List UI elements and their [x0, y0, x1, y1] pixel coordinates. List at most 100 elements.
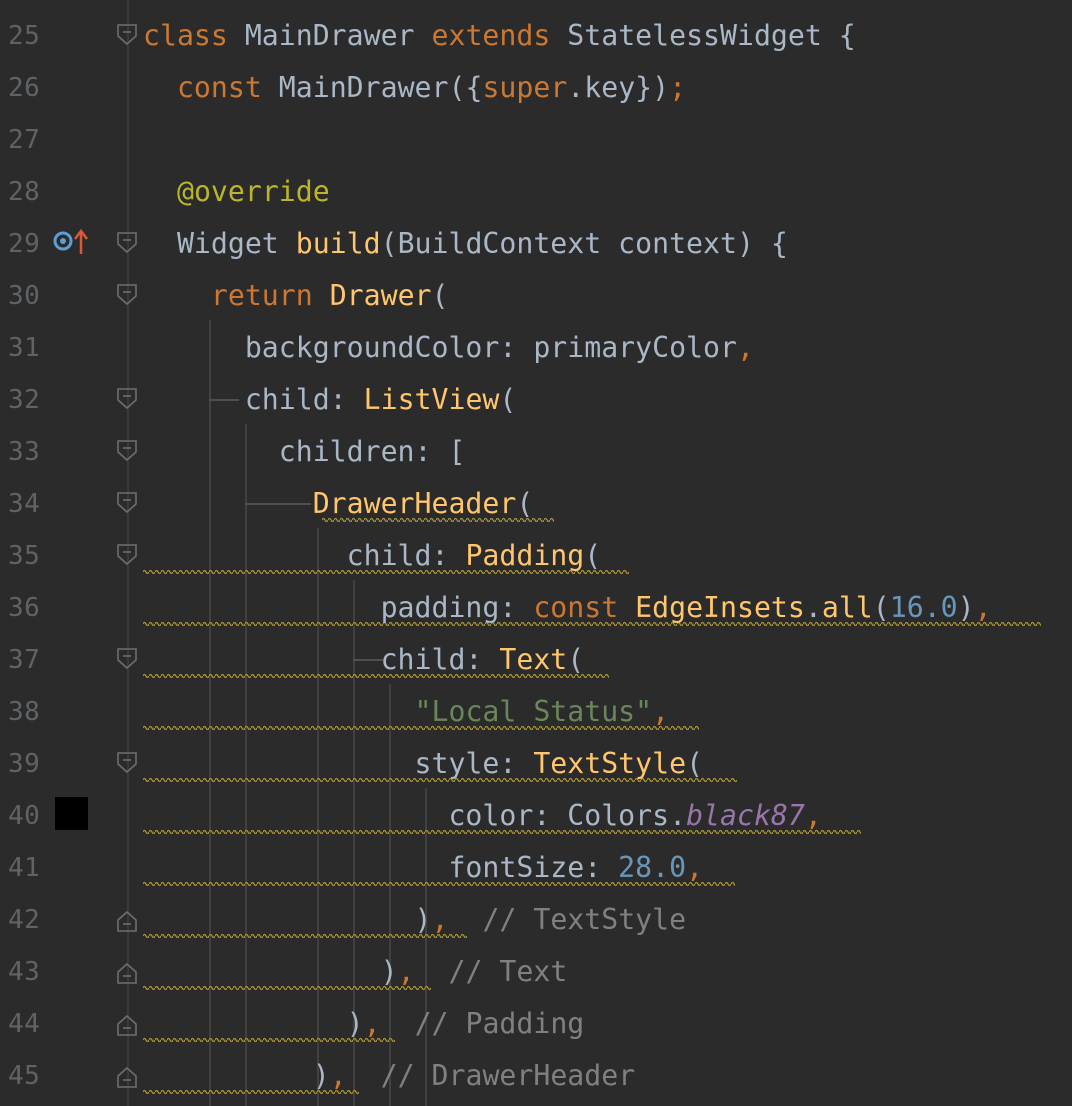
code-token: child: — [143, 383, 364, 416]
code-token: EdgeInsets — [635, 591, 805, 624]
fold-open-icon[interactable] — [117, 544, 137, 566]
code-token: class — [143, 19, 228, 52]
code-line[interactable]: 29 Widget build(BuildContext context) { — [0, 218, 1072, 270]
line-number: 40 — [8, 801, 41, 831]
fold-open-icon[interactable] — [117, 388, 137, 410]
code-text[interactable]: padding: const EdgeInsets.all(16.0), — [143, 582, 992, 634]
code-line[interactable]: 32 child: ListView( — [0, 374, 1072, 426]
code-text[interactable]: const MainDrawer({super.key}); — [143, 62, 686, 114]
line-number: 29 — [8, 229, 41, 259]
code-text[interactable]: ), // Padding — [143, 998, 585, 1050]
code-token: , — [974, 591, 992, 624]
line-number: 28 — [8, 177, 41, 207]
line-number: 31 — [8, 333, 41, 363]
code-text[interactable]: "Local Status", — [143, 686, 670, 738]
code-text[interactable]: color: Colors.black87, — [143, 790, 822, 842]
code-line[interactable]: 34 DrawerHeader( — [0, 478, 1072, 530]
line-number: 37 — [8, 645, 41, 675]
code-token: , — [804, 799, 822, 832]
code-token: .key}) — [567, 71, 670, 104]
line-number: 43 — [8, 957, 41, 987]
code-token: (BuildContext context) { — [380, 227, 788, 260]
code-token: ( — [567, 643, 585, 676]
fold-close-icon[interactable] — [117, 910, 137, 932]
code-line[interactable]: 31 backgroundColor: primaryColor, — [0, 322, 1072, 374]
code-line[interactable]: 26 const MainDrawer({super.key}); — [0, 62, 1072, 114]
code-token: color: Colors. — [143, 799, 687, 832]
fold-close-icon[interactable] — [117, 1066, 137, 1088]
fold-open-icon[interactable] — [117, 440, 137, 462]
line-number: 25 — [8, 21, 41, 51]
code-token: ; — [669, 71, 687, 104]
code-text[interactable]: style: TextStyle( — [143, 738, 704, 790]
code-line[interactable]: 38 "Local Status", — [0, 686, 1072, 738]
code-text[interactable]: DrawerHeader( — [143, 478, 534, 530]
code-token: StatelessWidget { — [550, 19, 856, 52]
code-token: build — [295, 227, 381, 260]
code-token: black87 — [686, 799, 805, 832]
code-line[interactable]: 41 fontSize: 28.0, — [0, 842, 1072, 894]
code-token: ( — [499, 383, 517, 416]
line-number: 34 — [8, 489, 41, 519]
line-number: 32 — [8, 385, 41, 415]
code-token: , — [652, 695, 670, 728]
code-token: // Text — [448, 955, 568, 988]
code-line[interactable]: 36 padding: const EdgeInsets.all(16.0), — [0, 582, 1072, 634]
code-token: ) — [143, 1059, 330, 1092]
code-line[interactable]: 40 color: Colors.black87, — [0, 790, 1072, 842]
code-text[interactable]: fontSize: 28.0, — [143, 842, 703, 894]
code-line[interactable]: 44 ), // Padding — [0, 998, 1072, 1050]
code-token: ) — [143, 903, 432, 936]
fold-open-icon[interactable] — [117, 284, 137, 306]
code-token: @ — [176, 175, 194, 208]
code-line[interactable]: 33 children: [ — [0, 426, 1072, 478]
fold-open-icon[interactable] — [117, 492, 137, 514]
line-number: 27 — [8, 125, 41, 155]
code-text[interactable]: child: ListView( — [143, 374, 517, 426]
code-text[interactable]: child: Text( — [143, 634, 585, 686]
code-token: child: — [143, 643, 500, 676]
fold-open-icon[interactable] — [117, 752, 137, 774]
code-text[interactable]: ), // DrawerHeader — [143, 1050, 636, 1102]
code-token: ( — [584, 539, 602, 572]
code-editor[interactable]: 25 class MainDrawer extends StatelessWidg… — [0, 0, 1072, 1106]
code-text[interactable]: backgroundColor: primaryColor, — [143, 322, 754, 374]
code-line[interactable]: 30 return Drawer( — [0, 270, 1072, 322]
code-token: backgroundColor: primaryColor — [143, 331, 737, 364]
code-line[interactable]: 37 child: Text( — [0, 634, 1072, 686]
code-text[interactable]: @override — [143, 166, 330, 218]
line-number: 36 — [8, 593, 41, 623]
code-line[interactable]: 27 — [0, 114, 1072, 166]
code-line[interactable]: 43 ), // Text — [0, 946, 1072, 998]
code-text[interactable]: child: Padding( — [143, 530, 602, 582]
code-text[interactable]: Widget build(BuildContext context) { — [143, 218, 788, 270]
code-text[interactable]: ), // TextStyle — [143, 894, 687, 946]
code-line[interactable]: 35 child: Padding( — [0, 530, 1072, 582]
code-line[interactable]: 28 @override — [0, 166, 1072, 218]
code-token: ) — [143, 1007, 364, 1040]
fold-close-icon[interactable] — [117, 1014, 137, 1036]
fold-open-icon[interactable] — [117, 24, 137, 46]
code-line[interactable]: 25 class MainDrawer extends StatelessWidg… — [0, 10, 1072, 62]
fold-close-icon[interactable] — [117, 962, 137, 984]
fold-open-icon[interactable] — [117, 648, 137, 670]
code-token: ( — [431, 279, 449, 312]
code-token: , — [686, 851, 704, 884]
code-text[interactable]: class MainDrawer extends StatelessWidget… — [143, 10, 856, 62]
code-line[interactable]: 45 ), // DrawerHeader — [0, 1050, 1072, 1102]
code-text[interactable]: children: [ — [143, 426, 466, 478]
code-line[interactable]: 42 ), // TextStyle — [0, 894, 1072, 946]
code-line[interactable]: 39 style: TextStyle( — [0, 738, 1072, 790]
code-token: children: [ — [143, 435, 466, 468]
code-token: const — [176, 71, 262, 104]
code-token: , — [329, 1059, 347, 1092]
code-text[interactable]: ), // Text — [143, 946, 568, 998]
line-number: 42 — [8, 905, 41, 935]
code-text[interactable]: return Drawer( — [143, 270, 449, 322]
fold-open-icon[interactable] — [117, 232, 137, 254]
code-token: MainDrawer({ — [261, 71, 483, 104]
